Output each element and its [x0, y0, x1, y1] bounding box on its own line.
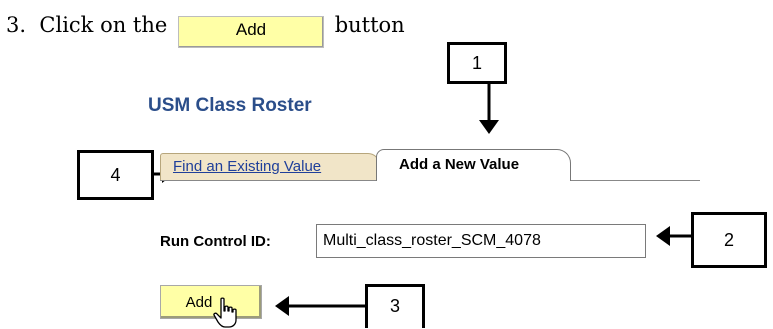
hand-pointer-icon: [213, 297, 237, 328]
tab-add-new-value[interactable]: Add a New Value: [376, 149, 571, 181]
arrow-3: [275, 296, 365, 316]
run-control-id-input[interactable]: [316, 224, 646, 258]
add-button[interactable]: Add: [160, 285, 262, 319]
tab-find-existing-value[interactable]: Find an Existing Value: [160, 153, 380, 180]
tab-add-new-label: Add a New Value: [399, 156, 520, 173]
arrow-2: [656, 226, 691, 246]
tab-find-existing-label[interactable]: Find an Existing Value: [173, 158, 321, 175]
arrow-1: [479, 84, 499, 134]
tab-bar: Find an Existing Value Add a New Value: [160, 147, 700, 181]
run-control-label: Run Control ID:: [160, 233, 271, 250]
page-title: USM Class Roster: [148, 95, 312, 116]
